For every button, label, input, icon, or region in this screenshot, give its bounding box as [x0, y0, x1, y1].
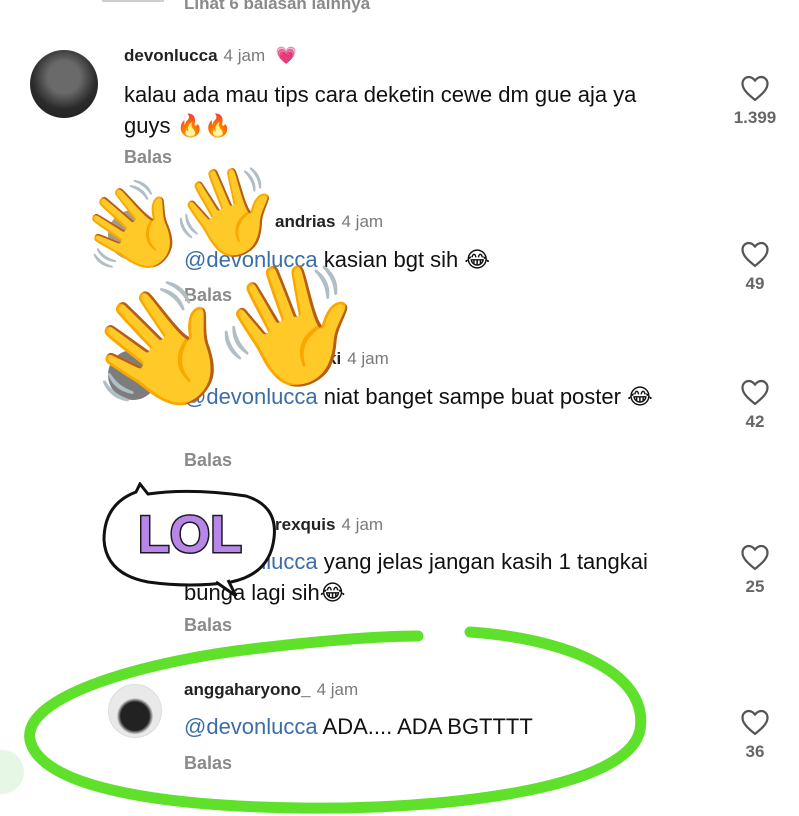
like-count: 49 [745, 274, 765, 293]
avatar[interactable] [30, 50, 98, 118]
mention-link[interactable]: @devonlucca [184, 384, 318, 409]
thread-line [102, 0, 164, 2]
comment-text: @devonlucca ADA.... ADA BGTTTT [184, 714, 533, 739]
comment-text: @devonlucca kasian bgt sih 😂 [184, 247, 491, 272]
avatar[interactable] [108, 515, 158, 565]
heart-icon [741, 709, 769, 736]
like-button[interactable]: 42 [725, 378, 785, 432]
reply-button[interactable]: Balas [184, 615, 232, 636]
reply-button[interactable]: Balas [184, 753, 232, 774]
like-button[interactable]: 1.399 [725, 74, 785, 128]
mention-link[interactable]: @devonlucca [184, 549, 318, 574]
comment-text: @devonlucca yang jelas jangan kasih 1 ta… [184, 549, 648, 605]
like-count: 1.399 [733, 108, 777, 127]
heart-icon [741, 379, 769, 406]
username[interactable]: andrias 4 jam [275, 212, 383, 232]
like-count: 25 [745, 577, 765, 596]
heart-icon [741, 241, 769, 268]
more-replies-link[interactable]: Lihat 6 balasan lainnya [184, 0, 370, 14]
comment-text: kalau ada mau tips cara deketin cewe dm … [124, 82, 637, 138]
like-button[interactable]: 25 [725, 543, 785, 597]
heart-icon [741, 75, 769, 102]
badge-icon: 💗 [275, 46, 298, 65]
username[interactable]: rexquis 4 jam [275, 515, 383, 535]
like-count: 36 [745, 742, 765, 761]
like-count: 42 [745, 412, 765, 431]
like-button[interactable]: 49 [725, 240, 785, 294]
heart-icon [741, 544, 769, 571]
username[interactable]: anggaharyono_ 4 jam [184, 680, 358, 700]
username[interactable]: devonlucca 4 jam 💗 [124, 46, 297, 66]
reply-button[interactable]: Balas [184, 285, 232, 306]
mention-link[interactable]: @devonlucca [184, 247, 318, 272]
avatar[interactable] [108, 684, 162, 738]
reply-button[interactable]: Balas [184, 450, 232, 471]
reply-button[interactable]: Balas [124, 147, 172, 168]
comment-text: @devonlucca niat banget sampe buat poste… [184, 384, 653, 409]
avatar[interactable] [108, 350, 158, 400]
avatar[interactable] [108, 210, 158, 260]
username[interactable]: ki 4 jam [327, 349, 389, 369]
scroll-handle[interactable] [0, 750, 24, 794]
mention-link[interactable]: @devonlucca [184, 714, 318, 739]
like-button[interactable]: 36 [725, 708, 785, 762]
